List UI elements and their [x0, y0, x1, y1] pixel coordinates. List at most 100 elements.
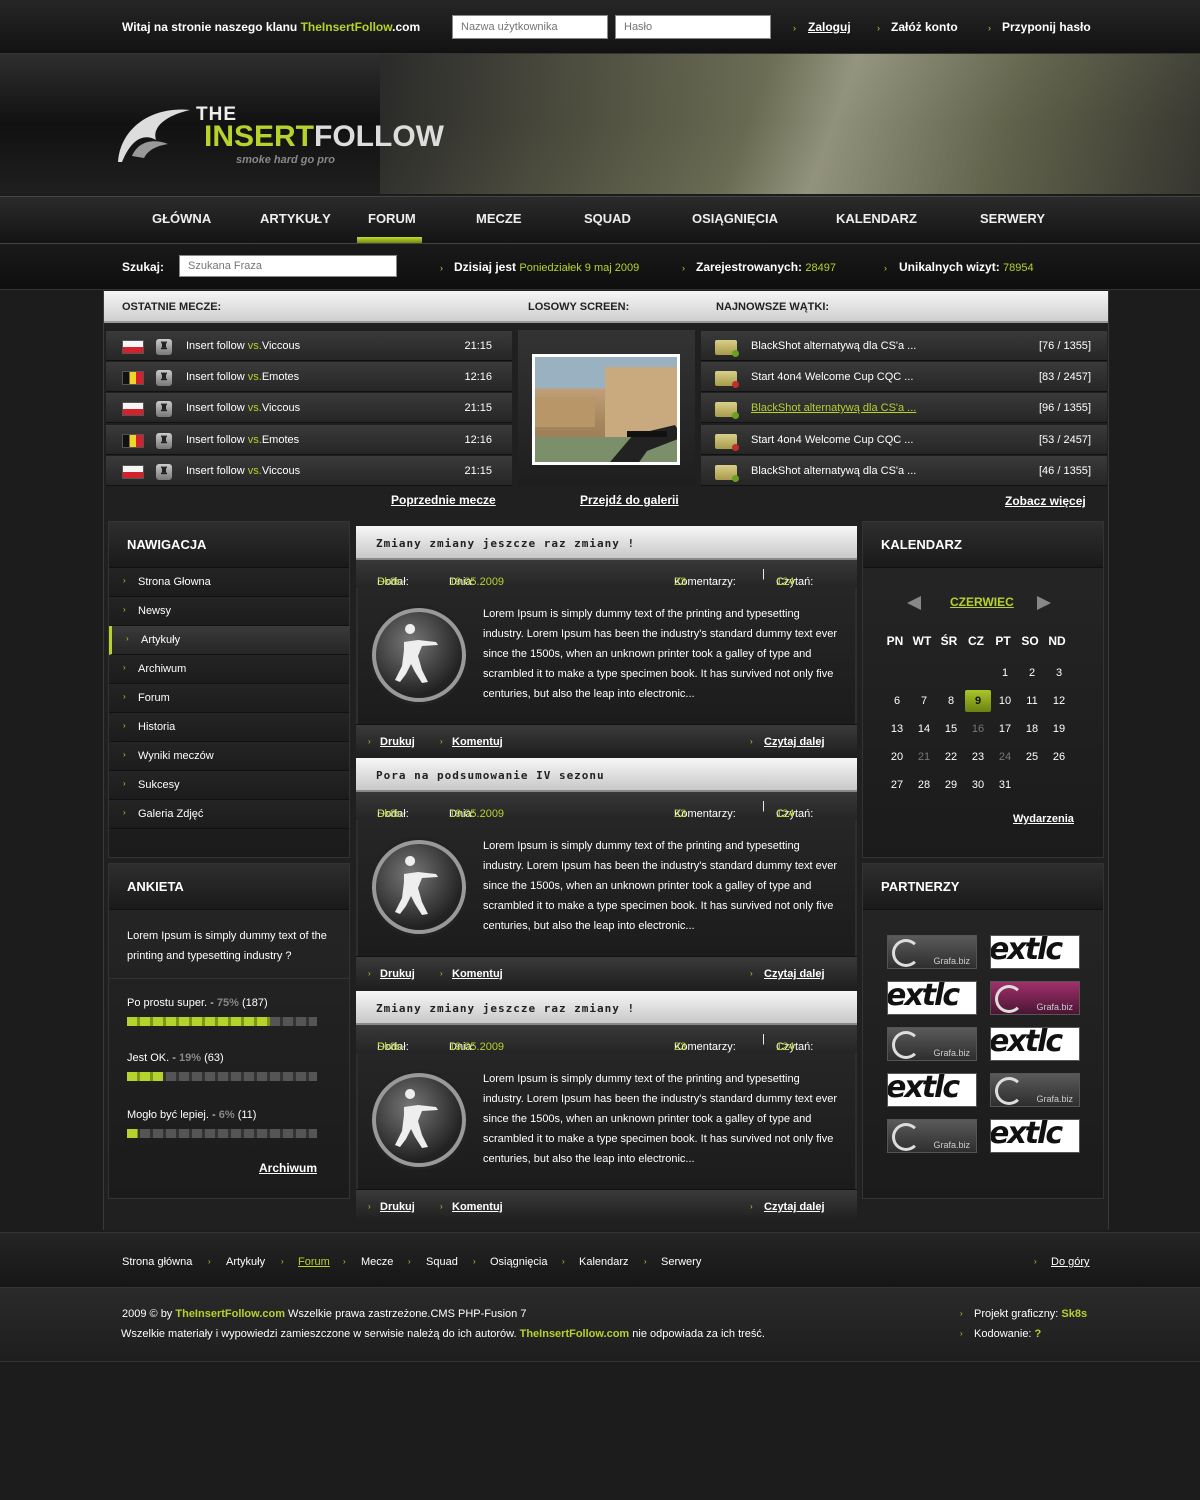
sidebar-item-artykuly[interactable]: › Artykuły — [109, 626, 349, 655]
footer-link-serwery[interactable]: Serwery — [661, 1256, 701, 1268]
random-screenshot[interactable] — [532, 354, 680, 465]
read-more-link[interactable]: Czytaj dalej — [764, 968, 825, 980]
article-title[interactable]: Zmiany zmiany jeszcze raz zmiany ! — [356, 526, 857, 560]
thread-title[interactable]: BlackShot alternatywą dla CS'a ... — [751, 402, 916, 414]
match-row[interactable]: ♜ Insert follow vs.Emotes 12:16 — [106, 362, 512, 392]
password-input[interactable] — [615, 15, 771, 39]
calendar-day[interactable]: 12 — [1046, 690, 1072, 712]
poll-archive-link[interactable]: Archiwum — [259, 1161, 317, 1175]
comment-link[interactable]: Komentuj — [452, 968, 503, 980]
calendar-month[interactable]: CZERWIEC — [950, 595, 1014, 609]
poll-option-label[interactable]: Po prostu super. - 75% (187) — [127, 997, 268, 1009]
partner-logo[interactable]: Grafa.biz — [887, 1119, 977, 1153]
poll-option-label[interactable]: Mogło być lepiej. - 6% (11) — [127, 1109, 256, 1121]
partner-logo[interactable]: extlc am. — [887, 981, 977, 1015]
thread-row[interactable]: BlackShot alternatywą dla CS'a ... [46 / … — [701, 456, 1107, 486]
article-title[interactable]: Pora na podsumowanie IV sezonu — [356, 758, 857, 792]
thread-title[interactable]: Start 4on4 Welcome Cup CQC ... — [751, 371, 913, 383]
print-link[interactable]: Drukuj — [380, 1201, 415, 1213]
nav-item-mecze[interactable]: MECZE — [476, 211, 522, 226]
partner-logo[interactable]: extlc am. — [887, 1073, 977, 1107]
remind-password-link[interactable]: Przyponij hasło — [1002, 20, 1091, 34]
match-row[interactable]: ♜ Insert follow vs.Viccous 21:15 — [106, 393, 512, 423]
article-title[interactable]: Zmiany zmiany jeszcze raz zmiany ! — [356, 991, 857, 1025]
calendar-day[interactable]: 18 — [1019, 718, 1045, 740]
sidebar-item-wyniki-meczow[interactable]: › Wyniki meczów — [109, 742, 349, 771]
partner-logo[interactable]: Grafa.biz — [990, 981, 1080, 1015]
calendar-day[interactable]: 15 — [938, 718, 964, 740]
nav-item-serwery[interactable]: SERWERY — [980, 211, 1045, 226]
calendar-day[interactable]: 23 — [965, 746, 991, 768]
calendar-day[interactable]: 14 — [911, 718, 937, 740]
print-link[interactable]: Drukuj — [380, 736, 415, 748]
partner-logo[interactable]: Grafa.biz — [990, 1073, 1080, 1107]
login-link[interactable]: Zaloguj — [808, 20, 851, 34]
sidebar-item-strona-glowna[interactable]: › Strona Głowna — [109, 568, 349, 597]
register-link[interactable]: Załóż konto — [891, 20, 958, 34]
calendar-day[interactable]: 7 — [911, 690, 937, 712]
footer-link-forum[interactable]: Forum — [298, 1256, 330, 1268]
calendar-day[interactable]: 2 — [1019, 662, 1045, 684]
comment-link[interactable]: Komentuj — [452, 1201, 503, 1213]
nav-item-squad[interactable]: SQUAD — [584, 211, 631, 226]
sidebar-item-forum[interactable]: › Forum — [109, 684, 349, 713]
nav-item-osiagniecia[interactable]: OSIĄGNIĘCIA — [692, 211, 778, 226]
footer-link-strona-glowna[interactable]: Strona główna — [122, 1256, 192, 1268]
search-input[interactable] — [179, 255, 397, 277]
calendar-day[interactable]: 24 — [992, 746, 1018, 768]
calendar-day[interactable]: 1 — [992, 662, 1018, 684]
comment-link[interactable]: Komentuj — [452, 736, 503, 748]
nav-item-glowna[interactable]: GŁÓWNA — [152, 211, 211, 226]
footer-link-kalendarz[interactable]: Kalendarz — [579, 1256, 629, 1268]
thread-title[interactable]: Start 4on4 Welcome Cup CQC ... — [751, 434, 913, 446]
calendar-day[interactable]: 10 — [992, 690, 1018, 712]
more-threads-link[interactable]: Zobacz więcej — [1005, 494, 1086, 508]
calendar-day[interactable]: 22 — [938, 746, 964, 768]
sidebar-item-galeria-zdjec[interactable]: › Galeria Zdjęć — [109, 800, 349, 829]
calendar-day[interactable]: 6 — [884, 690, 910, 712]
calendar-day[interactable]: 27 — [884, 774, 910, 796]
calendar-day[interactable]: 30 — [965, 774, 991, 796]
calendar-day[interactable]: 26 — [1046, 746, 1072, 768]
calendar-day[interactable]: 9 — [965, 690, 991, 712]
calendar-day[interactable]: 31 — [992, 774, 1018, 796]
calendar-day[interactable]: 8 — [938, 690, 964, 712]
partner-logo[interactable]: Grafa.biz — [887, 1027, 977, 1061]
sidebar-item-sukcesy[interactable]: › Sukcesy — [109, 771, 349, 800]
read-more-link[interactable]: Czytaj dalej — [764, 1201, 825, 1213]
thread-title[interactable]: BlackShot alternatywą dla CS'a ... — [751, 465, 916, 477]
events-link[interactable]: Wydarzenia — [1013, 813, 1074, 825]
match-row[interactable]: ♜ Insert follow vs.Viccous 21:15 — [106, 456, 512, 486]
footer-link-mecze[interactable]: Mecze — [361, 1256, 393, 1268]
nav-item-kalendarz[interactable]: KALENDARZ — [836, 211, 917, 226]
thread-row[interactable]: Start 4on4 Welcome Cup CQC ... [53 / 2457… — [701, 425, 1107, 455]
calendar-day[interactable]: 29 — [938, 774, 964, 796]
calendar-day[interactable]: 28 — [911, 774, 937, 796]
read-more-link[interactable]: Czytaj dalej — [764, 736, 825, 748]
thread-row[interactable]: BlackShot alternatywą dla CS'a ... [96 / … — [701, 393, 1107, 423]
partner-logo[interactable]: Grafa.biz — [887, 935, 977, 969]
partner-logo[interactable]: extlc am. — [990, 1119, 1080, 1153]
calendar-day[interactable]: 17 — [992, 718, 1018, 740]
sidebar-item-newsy[interactable]: › Newsy — [109, 597, 349, 626]
thread-title[interactable]: BlackShot alternatywą dla CS'a ... — [751, 340, 916, 352]
print-link[interactable]: Drukuj — [380, 968, 415, 980]
calendar-day[interactable]: 11 — [1019, 690, 1045, 712]
calendar-day[interactable]: 13 — [884, 718, 910, 740]
sidebar-item-archiwum[interactable]: › Archiwum — [109, 655, 349, 684]
sidebar-item-historia[interactable]: › Historia — [109, 713, 349, 742]
calendar-day[interactable]: 25 — [1019, 746, 1045, 768]
poll-option-label[interactable]: Jest OK. - 19% (63) — [127, 1052, 224, 1064]
gallery-link[interactable]: Przejdź do galerii — [580, 493, 679, 507]
partner-logo[interactable]: extlc am. — [990, 935, 1080, 969]
calendar-day[interactable]: 3 — [1046, 662, 1072, 684]
footer-link-artykuly[interactable]: Artykuły — [226, 1256, 265, 1268]
calendar-day[interactable]: 19 — [1046, 718, 1072, 740]
calendar-day[interactable]: 20 — [884, 746, 910, 768]
prev-matches-link[interactable]: Poprzednie mecze — [391, 493, 496, 507]
back-to-top-link[interactable]: Do góry — [1051, 1256, 1090, 1268]
partner-logo[interactable]: extlc am. — [990, 1027, 1080, 1061]
calendar-day[interactable]: 16 — [965, 718, 991, 740]
match-row[interactable]: ♜ Insert follow vs.Viccous 21:15 — [106, 331, 512, 361]
match-row[interactable]: ♜ Insert follow vs.Emotes 12:16 — [106, 425, 512, 455]
